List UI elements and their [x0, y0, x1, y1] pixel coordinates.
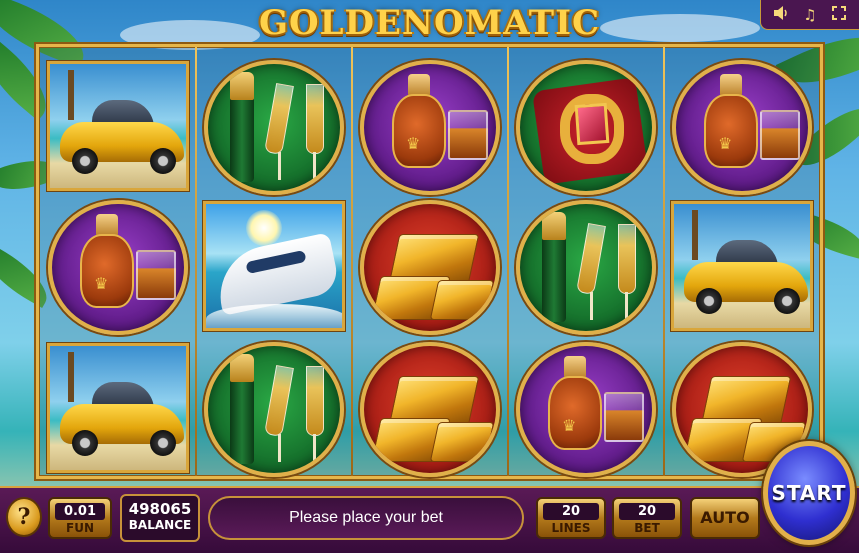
balance-label: BALANCE: [128, 518, 192, 532]
auto-button[interactable]: AUTO: [690, 497, 760, 539]
bet-button[interactable]: 20 BET: [612, 497, 682, 539]
symbol-car: [667, 197, 817, 335]
symbol-cognac: ♛: [511, 339, 661, 477]
symbol-gold-bars: [355, 197, 505, 335]
bet-value: 20: [619, 503, 675, 520]
reel-2: [199, 57, 349, 477]
symbol-car: [43, 339, 193, 477]
speaker-icon[interactable]: [770, 5, 792, 24]
lines-value: 20: [543, 503, 599, 520]
game-title: GOLDENOMATIC: [258, 3, 601, 43]
reel-1: ♛: [43, 57, 193, 473]
lines-label: LINES: [551, 521, 591, 535]
reel-5: ♛: [667, 57, 817, 477]
symbol-cognac: ♛: [355, 57, 505, 195]
reel-3: ♛: [355, 57, 505, 477]
balance-value: 498065: [128, 500, 192, 518]
coin-label: FUN: [66, 521, 94, 535]
symbol-gold-bars: [355, 339, 505, 477]
symbol-car: [43, 57, 193, 195]
title-bar: GOLDENOMATIC: [0, 0, 859, 46]
symbol-champagne: [511, 197, 661, 335]
reel-frame: ♛ ♛ ♛ ♛: [36, 44, 823, 479]
coin-value-button[interactable]: 0.01 FUN: [48, 497, 112, 539]
symbol-yacht: [199, 197, 349, 335]
coin-value: 0.01: [55, 503, 105, 520]
balance-display: 498065 BALANCE: [120, 494, 200, 542]
bet-label: BET: [634, 521, 660, 535]
reel-4: ♛: [511, 57, 661, 477]
start-button[interactable]: START: [763, 441, 855, 545]
symbol-champagne: [199, 57, 349, 195]
symbol-ring: [511, 57, 661, 195]
symbol-cognac: ♛: [667, 57, 817, 195]
status-message: Please place your bet: [208, 496, 524, 540]
top-controls: ♫: [760, 0, 859, 30]
fullscreen-icon[interactable]: [828, 5, 850, 24]
music-note-icon[interactable]: ♫: [799, 6, 821, 24]
help-button[interactable]: ?: [6, 497, 42, 537]
lines-button[interactable]: 20 LINES: [536, 497, 606, 539]
symbol-cognac: ♛: [43, 197, 193, 335]
symbol-champagne: [199, 339, 349, 477]
